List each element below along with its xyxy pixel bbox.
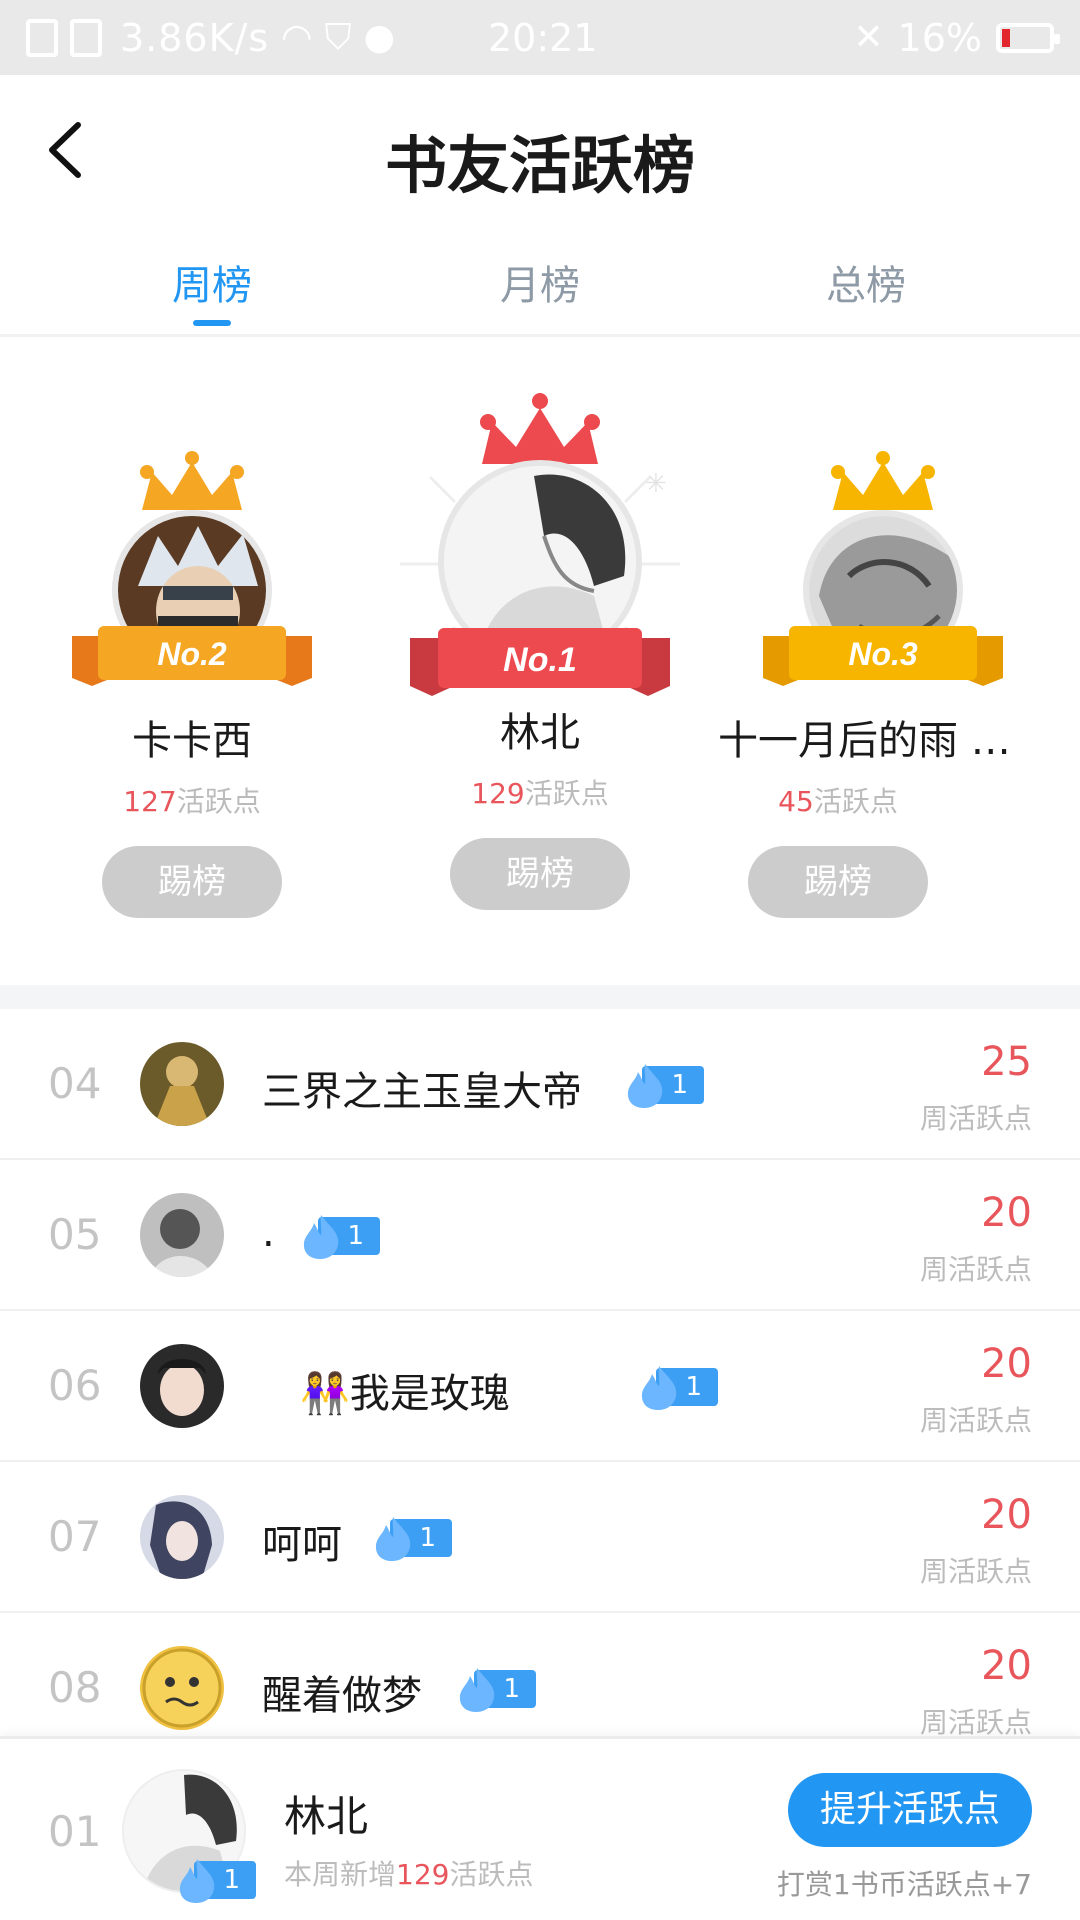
flame-icon <box>459 1668 495 1712</box>
svg-text:No.2: No.2 <box>157 636 227 672</box>
sim2-icon <box>70 18 102 57</box>
score: 25 <box>981 1039 1032 1085</box>
user-name: 三界之主玉皇大帝 <box>262 1069 582 1115</box>
battery-icon <box>996 22 1060 53</box>
score-label: 周活跃点 <box>919 1555 1032 1588</box>
boost-activity-button[interactable]: 提升活跃点 <box>788 1773 1032 1847</box>
score-label: 周活跃点 <box>919 1404 1032 1437</box>
status-bar: 3.86K/s ◠ ⛉ ● 20:21 ✕ 16% <box>0 0 1080 75</box>
svg-text:No.3: No.3 <box>848 636 918 672</box>
clock: 20:21 <box>488 16 598 60</box>
tab-indicator <box>193 320 231 326</box>
rank-ribbon: No.3 <box>763 626 1003 686</box>
user-name: 呵呵 <box>262 1522 342 1568</box>
svg-text:No.1: No.1 <box>503 641 577 679</box>
avatar <box>140 1193 224 1277</box>
list-item[interactable]: 07 呵呵 1 20 周活跃点 <box>0 1462 1080 1613</box>
header: 书友活跃榜 <box>0 75 1080 225</box>
podium-third-points: 45活跃点 <box>778 785 898 818</box>
user-name: . <box>262 1210 275 1256</box>
my-weekly-points: 本周新增129活跃点 <box>284 1858 534 1891</box>
kick-button[interactable]: 踢榜 <box>102 846 282 918</box>
score: 20 <box>981 1492 1032 1538</box>
my-rank-bar: 01 1 林北 本周新增129活跃点 提升活跃点 打赏1书币活跃点+7 <box>0 1736 1080 1920</box>
rank-number: 07 <box>48 1512 102 1561</box>
score-label: 周活跃点 <box>919 1102 1032 1135</box>
reward-hint: 打赏1书币活跃点+7 <box>776 1868 1032 1901</box>
avatar <box>140 1495 224 1579</box>
mute-icon: ✕ <box>853 17 884 58</box>
score: 20 <box>981 1190 1032 1236</box>
flame-icon <box>179 1859 215 1903</box>
chat-icon: ● <box>363 17 395 58</box>
list-item[interactable]: 05 . 1 20 周活跃点 <box>0 1160 1080 1311</box>
score-label: 周活跃点 <box>919 1253 1032 1286</box>
rank-ribbon: No.1 <box>410 628 670 696</box>
rank-number: 08 <box>48 1663 102 1712</box>
activity-badge: 1 <box>638 1366 718 1410</box>
podium-second-avatar-group: No.2 <box>72 450 312 690</box>
battery-percent: 16% <box>897 15 982 60</box>
podium-third[interactable]: No.3 十一月后的雨 … 45活跃点 踢榜 <box>718 450 1048 918</box>
score: 20 <box>981 1643 1032 1689</box>
avatar <box>140 1042 224 1126</box>
podium-second-name: 卡卡西 <box>132 718 252 764</box>
score: 20 <box>981 1341 1032 1387</box>
user-name: 醒着做梦 <box>262 1673 422 1719</box>
user-name: 👭我是玫瑰 <box>300 1371 510 1417</box>
tab-total[interactable]: 总榜 <box>766 253 966 311</box>
shield-icon: ⛉ <box>324 16 352 58</box>
list-item[interactable]: 08 醒着做梦 1 20 周活跃点 <box>0 1613 1080 1739</box>
network-speed: 3.86K/s <box>120 15 270 60</box>
tab-bar: 周榜 月榜 总榜 <box>0 225 1080 337</box>
avatar <box>140 1646 224 1730</box>
activity-badge: 1 <box>372 1517 452 1561</box>
page-title: 书友活跃榜 <box>384 129 695 202</box>
my-rank-number: 01 <box>48 1807 102 1856</box>
flame-icon <box>627 1064 663 1108</box>
status-left: 3.86K/s ◠ ⛉ ● <box>26 0 395 75</box>
my-name: 林北 <box>284 1792 369 1841</box>
podium-first-name: 林北 <box>500 710 580 756</box>
tab-weekly[interactable]: 周榜 <box>112 253 312 311</box>
rank-ribbon: No.2 <box>72 626 312 686</box>
rank-number: 04 <box>48 1059 102 1108</box>
flame-icon <box>375 1517 411 1561</box>
rank-number: 06 <box>48 1361 102 1410</box>
activity-badge: 1 <box>300 1215 380 1259</box>
svg-text:✳: ✳ <box>645 469 667 499</box>
podium: No.2 卡卡西 127活跃点 踢榜 ✳ No.1 林北 129活跃点 踢榜 N… <box>0 340 1080 985</box>
podium-first-points: 129活跃点 <box>471 777 609 810</box>
sim-icon <box>26 18 58 57</box>
activity-badge: 1 <box>456 1668 536 1712</box>
wifi-icon: ◠ <box>281 17 313 58</box>
podium-second[interactable]: No.2 卡卡西 127活跃点 踢榜 <box>72 450 312 918</box>
score-label: 周活跃点 <box>919 1706 1032 1739</box>
flame-icon <box>303 1215 339 1259</box>
podium-second-points: 127活跃点 <box>123 785 261 818</box>
rank-number: 05 <box>48 1210 102 1259</box>
podium-third-name: 十一月后的雨 … <box>718 718 1011 764</box>
kick-button[interactable]: 踢榜 <box>748 846 928 918</box>
list-item[interactable]: 04 三界之主玉皇大帝 1 25 周活跃点 <box>0 1009 1080 1160</box>
status-right: ✕ 16% <box>853 0 1060 75</box>
podium-third-avatar-group: No.3 <box>763 450 1003 690</box>
avatar <box>140 1344 224 1428</box>
section-divider <box>0 985 1080 1009</box>
podium-first-avatar-group: ✳ No.1 <box>400 392 680 696</box>
tab-monthly[interactable]: 月榜 <box>440 253 640 311</box>
kick-button[interactable]: 踢榜 <box>450 838 630 910</box>
activity-badge: 1 <box>624 1064 704 1108</box>
rank-list: 04 三界之主玉皇大帝 1 25 周活跃点 05 . 1 20 周活跃点 06 … <box>0 1009 1080 1739</box>
flame-icon <box>641 1366 677 1410</box>
podium-first[interactable]: ✳ No.1 林北 129活跃点 踢榜 <box>400 392 680 910</box>
list-item[interactable]: 06 👭我是玫瑰 1 20 周活跃点 <box>0 1311 1080 1462</box>
activity-badge: 1 <box>176 1859 256 1903</box>
